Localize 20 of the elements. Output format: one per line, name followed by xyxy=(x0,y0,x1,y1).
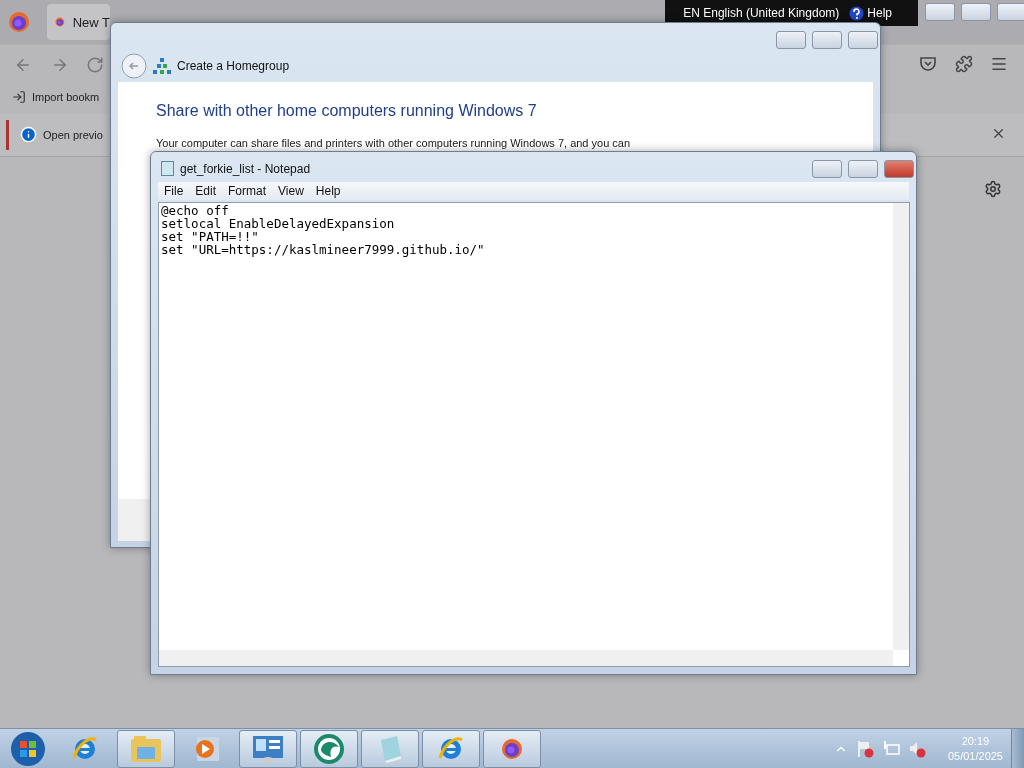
help-label[interactable]: Help xyxy=(867,6,892,20)
menu-item[interactable]: View xyxy=(272,182,310,200)
menu-item[interactable]: File xyxy=(158,182,190,200)
page-heading: Share with other home computers running Windows 7 xyxy=(156,102,538,120)
browser-tab[interactable]: New T xyxy=(47,4,110,40)
code-line: set "PATH=!!" xyxy=(161,230,259,243)
code-line: setlocal EnableDelayedExpansion xyxy=(161,217,396,230)
bookmark-link[interactable]: Import bookm xyxy=(32,91,100,103)
code-line: set "URL=https://kaslmineer7999.github.io/" xyxy=(161,243,485,256)
tab-title: New T xyxy=(72,14,110,30)
description-text: Your computer can share files and printers with other computers running Windows 7, and you can xyxy=(156,138,632,149)
text-area[interactable]: @echo off setlocal EnableDelayedExpansion set "PATH=!!" set "URL=https://kaslmineer7999.github.io/" xyxy=(158,202,910,667)
menu-item[interactable]: Help xyxy=(309,182,347,200)
code-line: @echo off xyxy=(161,204,230,217)
window-title: Create a Homegroup xyxy=(177,59,290,73)
window-title: get_forkie_list - Notepad xyxy=(180,161,311,176)
language-label[interactable]: EN English (United Kingdom) xyxy=(683,6,840,20)
menu-item[interactable]: Format xyxy=(222,182,273,200)
menu-item[interactable]: Edit xyxy=(189,182,223,200)
notification-text: Open previo xyxy=(43,128,103,141)
